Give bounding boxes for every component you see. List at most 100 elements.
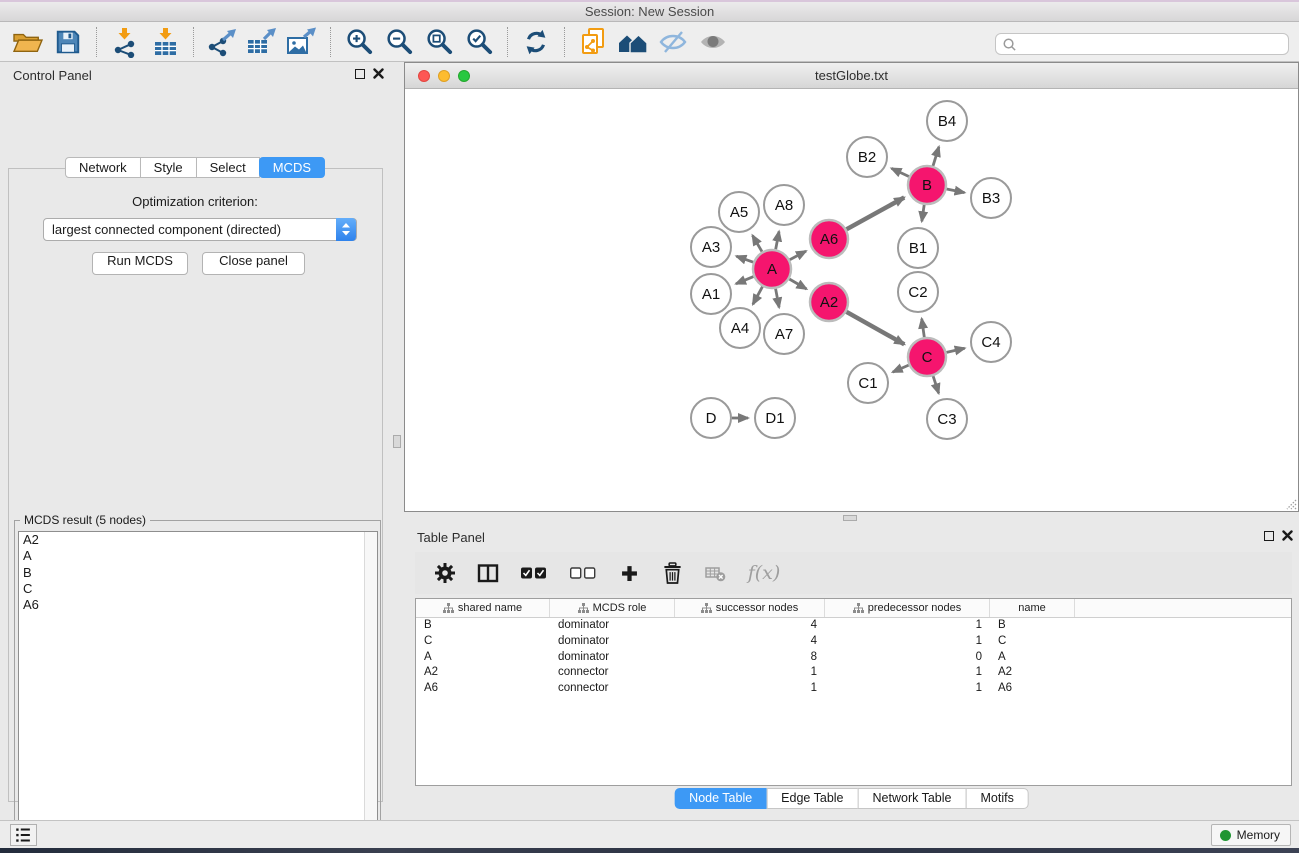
search-input[interactable]	[995, 33, 1289, 55]
close-panel-icon[interactable]	[373, 68, 384, 79]
panel-divider-horizontal[interactable]	[404, 512, 1299, 524]
table-cell[interactable]: dominator	[550, 634, 675, 650]
table-cell[interactable]: A2	[990, 665, 1075, 681]
show-graphics-details-icon[interactable]	[693, 25, 733, 59]
graph-edge-A-A4[interactable]	[753, 287, 763, 305]
graph-edge-C-C4[interactable]	[947, 348, 965, 352]
zoom-in-icon[interactable]	[339, 25, 379, 59]
table-row[interactable]: A2connector11A2	[416, 665, 1291, 681]
table-cell[interactable]: A	[416, 650, 550, 666]
table-cell[interactable]: dominator	[550, 650, 675, 666]
window-resize-grip[interactable]	[1283, 496, 1297, 510]
graph-edge-A-A8[interactable]	[776, 232, 779, 250]
graph-edge-B-B3[interactable]	[947, 189, 965, 193]
table-cell[interactable]: 1	[825, 665, 990, 681]
graph-node-C3[interactable]: C3	[927, 399, 967, 439]
network-graph[interactable]: B4B2BB3A8A5A6A3B1AC2A1A2A4A7C4CC1DD1C3	[405, 90, 1298, 511]
close-window-button[interactable]	[418, 70, 430, 82]
export-network-icon[interactable]	[202, 25, 242, 59]
maximize-window-button[interactable]	[458, 70, 470, 82]
tab-network[interactable]: Network	[65, 157, 141, 178]
column-header-shared-name[interactable]: shared name	[416, 599, 550, 617]
table-cell[interactable]: dominator	[550, 618, 675, 634]
delete-column-icon[interactable]	[658, 559, 686, 587]
graph-node-A3[interactable]: A3	[691, 227, 731, 267]
table-cell[interactable]: 4	[675, 618, 825, 634]
zoom-out-icon[interactable]	[379, 25, 419, 59]
table-row[interactable]: Adominator80A	[416, 650, 1291, 666]
mcds-result-item[interactable]: C	[19, 581, 377, 597]
graph-node-B4[interactable]: B4	[927, 101, 967, 141]
graph-edge-A-A7[interactable]	[776, 289, 780, 308]
memory-button[interactable]: Memory	[1211, 824, 1291, 846]
table-cell[interactable]: A6	[416, 681, 550, 697]
graph-edge-A2-C[interactable]	[846, 312, 904, 345]
function-builder-icon[interactable]: f(x)	[744, 559, 784, 587]
table-cell[interactable]: C	[416, 634, 550, 650]
table-header-row[interactable]: shared nameMCDS rolesuccessor nodesprede…	[416, 599, 1291, 618]
graph-edge-C-C1[interactable]	[893, 365, 909, 372]
column-header-predecessor-nodes[interactable]: predecessor nodes	[825, 599, 990, 617]
network-files-icon[interactable]	[573, 25, 613, 59]
column-header-mcds-role[interactable]: MCDS role	[550, 599, 675, 617]
table-cell[interactable]: A6	[990, 681, 1075, 697]
graph-node-B2[interactable]: B2	[847, 137, 887, 177]
import-table-icon[interactable]	[145, 25, 185, 59]
table-cell[interactable]: 1	[675, 665, 825, 681]
graph-edge-A-A6[interactable]	[790, 251, 806, 260]
table-row[interactable]: Bdominator41B	[416, 618, 1291, 634]
table-cell[interactable]: A	[990, 650, 1075, 666]
criterion-dropdown[interactable]: largest connected component (directed)	[43, 218, 357, 241]
panel-divider-vertical[interactable]	[390, 62, 404, 820]
tab-network-table[interactable]: Network Table	[858, 788, 967, 809]
close-panel-button[interactable]: Close panel	[202, 252, 305, 275]
mcds-result-item[interactable]: A	[19, 548, 377, 564]
divider-grip[interactable]	[843, 515, 857, 521]
graph-edge-A-A1[interactable]	[736, 277, 754, 284]
graph-node-D1[interactable]: D1	[755, 398, 795, 438]
graph-node-B3[interactable]: B3	[971, 178, 1011, 218]
float-panel-icon[interactable]	[355, 69, 365, 79]
table-cell[interactable]: A2	[416, 665, 550, 681]
table-cell[interactable]: B	[416, 618, 550, 634]
table-cell[interactable]: 1	[825, 634, 990, 650]
run-mcds-button[interactable]: Run MCDS	[92, 252, 188, 275]
hide-graphics-details-icon[interactable]	[653, 25, 693, 59]
graph-edge-B-B4[interactable]	[933, 147, 939, 166]
graph-node-D[interactable]: D	[691, 398, 731, 438]
refresh-layout-icon[interactable]	[516, 25, 556, 59]
tab-style[interactable]: Style	[140, 157, 197, 178]
graph-node-A6[interactable]: A6	[810, 220, 848, 258]
settings-gear-icon[interactable]	[431, 559, 459, 587]
table-cell[interactable]: 0	[825, 650, 990, 666]
graph-node-A2[interactable]: A2	[810, 283, 848, 321]
export-table-icon[interactable]	[242, 25, 282, 59]
graph-node-A4[interactable]: A4	[720, 308, 760, 348]
graph-node-A1[interactable]: A1	[691, 274, 731, 314]
scrollbar-track[interactable]	[364, 532, 377, 853]
tab-node-table[interactable]: Node Table	[674, 788, 767, 809]
graph-edge-B-B2[interactable]	[892, 168, 909, 176]
home-neighbors-icon[interactable]	[613, 25, 653, 59]
graph-edge-A-A5[interactable]	[753, 235, 763, 251]
tab-select[interactable]: Select	[196, 157, 260, 178]
graph-node-A7[interactable]: A7	[764, 314, 804, 354]
tab-edge-table[interactable]: Edge Table	[766, 788, 858, 809]
mcds-result-item[interactable]: A2	[19, 532, 377, 548]
tab-mcds[interactable]: MCDS	[259, 157, 325, 178]
zoom-fit-icon[interactable]	[419, 25, 459, 59]
table-row[interactable]: A6connector11A6	[416, 681, 1291, 697]
minimize-window-button[interactable]	[438, 70, 450, 82]
tab-motifs[interactable]: Motifs	[965, 788, 1028, 809]
column-layout-icon[interactable]	[474, 559, 502, 587]
graph-edge-C-C3[interactable]	[933, 376, 939, 393]
column-header-name[interactable]: name	[990, 599, 1075, 617]
column-header-successor-nodes[interactable]: successor nodes	[675, 599, 825, 617]
table-cell[interactable]: 8	[675, 650, 825, 666]
add-column-icon[interactable]	[615, 559, 643, 587]
close-panel-icon[interactable]	[1282, 530, 1293, 541]
import-network-icon[interactable]	[105, 25, 145, 59]
float-panel-icon[interactable]	[1264, 531, 1274, 541]
save-session-icon[interactable]	[48, 25, 88, 59]
table-row[interactable]: Cdominator41C	[416, 634, 1291, 650]
